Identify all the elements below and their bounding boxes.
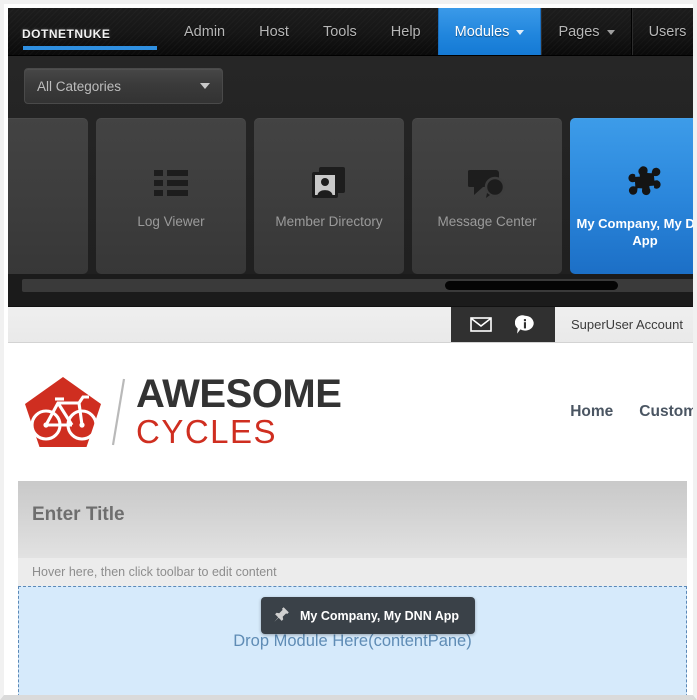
menu-item-host[interactable]: Host (242, 8, 306, 55)
site-logo-word-top: AWESOME (136, 372, 342, 417)
notification-bubble-icon[interactable] (503, 314, 547, 335)
module-picker-scrollbar[interactable] (8, 274, 693, 300)
drop-zone-label: Drop Module Here(contentPane) (233, 632, 472, 650)
page-title-placeholder: Enter Title (32, 504, 125, 525)
menu-item-help[interactable]: Help (374, 8, 438, 55)
logo-accent-bar (23, 46, 157, 50)
module-tile-member-directory[interactable]: Member Directory (254, 118, 404, 274)
dnn-control-bar: DotNetNuke Admin Host Tools Help Modules (8, 8, 697, 56)
site-header: AWESOME CYCLES Home Custom (8, 343, 693, 481)
module-picker-panel: All Categories Log Viewer Member Directo… (8, 56, 695, 307)
module-tile-my-company-my-dnn-app[interactable]: My Company, My DNN App (570, 118, 695, 274)
chevron-down-icon (693, 30, 697, 35)
site-nav-item-home[interactable]: Home (570, 403, 613, 421)
menu-item-modules[interactable]: Modules (437, 8, 542, 55)
browser-window-frame: DotNetNuke Admin Host Tools Help Modules (0, 0, 697, 700)
category-filter-wrap: All Categories (8, 68, 693, 118)
scrollbar-track[interactable] (22, 279, 693, 292)
account-bar: SuperUser Account (8, 307, 693, 343)
menu-item-modules-label: Modules (454, 24, 510, 40)
contact-card-icon (254, 164, 404, 202)
menu-item-host-label: Host (259, 24, 289, 40)
module-picker-footer (8, 300, 693, 307)
site-nav-item-custom[interactable]: Custom (639, 403, 693, 421)
category-filter-value: All Categories (37, 78, 122, 94)
menu-item-pages-label: Pages (558, 24, 600, 40)
module-tile-partial[interactable] (8, 118, 88, 274)
module-tile-message-center-label: Message Center (437, 214, 537, 229)
hover-hint-text: Hover here, then click toolbar to edit c… (18, 558, 687, 586)
dotnetnuke-logo-text: DotNetNuke (22, 21, 111, 42)
account-bar-icon-group (450, 307, 555, 342)
control-bar-menu: Admin Host Tools Help Modules Pages User… (167, 8, 697, 55)
chevron-down-icon (606, 29, 615, 35)
menu-item-pages[interactable]: Pages (541, 8, 632, 55)
module-tile-member-directory-label: Member Directory (275, 214, 383, 229)
puzzle-piece-icon (570, 164, 693, 202)
chevron-down-icon (516, 29, 525, 35)
module-tile-partial-icon (8, 164, 88, 202)
module-tile-log-viewer[interactable]: Log Viewer (96, 118, 246, 274)
menu-item-tools-label: Tools (322, 24, 357, 40)
site-navigation: Home Custom (570, 403, 693, 421)
scrollbar-thumb[interactable] (445, 281, 618, 290)
site-logo[interactable]: AWESOME CYCLES (22, 372, 342, 451)
site-logo-wordmark: AWESOME CYCLES (136, 372, 342, 451)
drag-ghost-label: My Company, My DNN App (300, 608, 460, 623)
awesome-cycles-bicycle-pentagon-logo (22, 375, 104, 449)
site-logo-word-bottom: CYCLES (136, 413, 278, 451)
menu-item-tools[interactable]: Tools (306, 8, 374, 55)
module-tile-my-company-my-dnn-app-label: My Company, My DNN App (576, 216, 695, 249)
dotnetnuke-logo[interactable]: DotNetNuke (22, 8, 167, 55)
menu-item-users[interactable]: Users (631, 8, 697, 55)
content-pane-drop-zone[interactable]: Drop Module Here(contentPane) My Company… (18, 586, 687, 695)
envelope-icon[interactable] (459, 317, 503, 332)
module-tile-message-center[interactable]: Message Center (412, 118, 562, 274)
menu-item-admin-label: Admin (184, 24, 226, 40)
page-viewport: DotNetNuke Admin Host Tools Help Modules (8, 8, 697, 695)
pushpin-icon (273, 606, 290, 626)
chevron-down-icon (200, 83, 210, 89)
chat-bubble-icon (412, 164, 562, 202)
drag-ghost-module[interactable]: My Company, My DNN App (261, 597, 476, 634)
page-body: Enter Title Hover here, then click toolb… (8, 481, 693, 695)
account-user-label: SuperUser Account (570, 317, 683, 332)
menu-item-admin[interactable]: Admin (167, 8, 242, 55)
title-pane[interactable]: Enter Title (18, 481, 687, 558)
menu-item-users-label: Users (648, 24, 687, 40)
account-user-label-wrap[interactable]: SuperUser Account (555, 307, 693, 342)
logo-divider-slash (104, 375, 134, 449)
category-filter-dropdown[interactable]: All Categories (24, 68, 223, 104)
list-icon (96, 164, 246, 202)
module-tile-log-viewer-label: Log Viewer (137, 214, 205, 229)
menu-item-help-label: Help (390, 24, 421, 40)
module-tile-list: Log Viewer Member Directory Message Cent… (8, 118, 695, 274)
